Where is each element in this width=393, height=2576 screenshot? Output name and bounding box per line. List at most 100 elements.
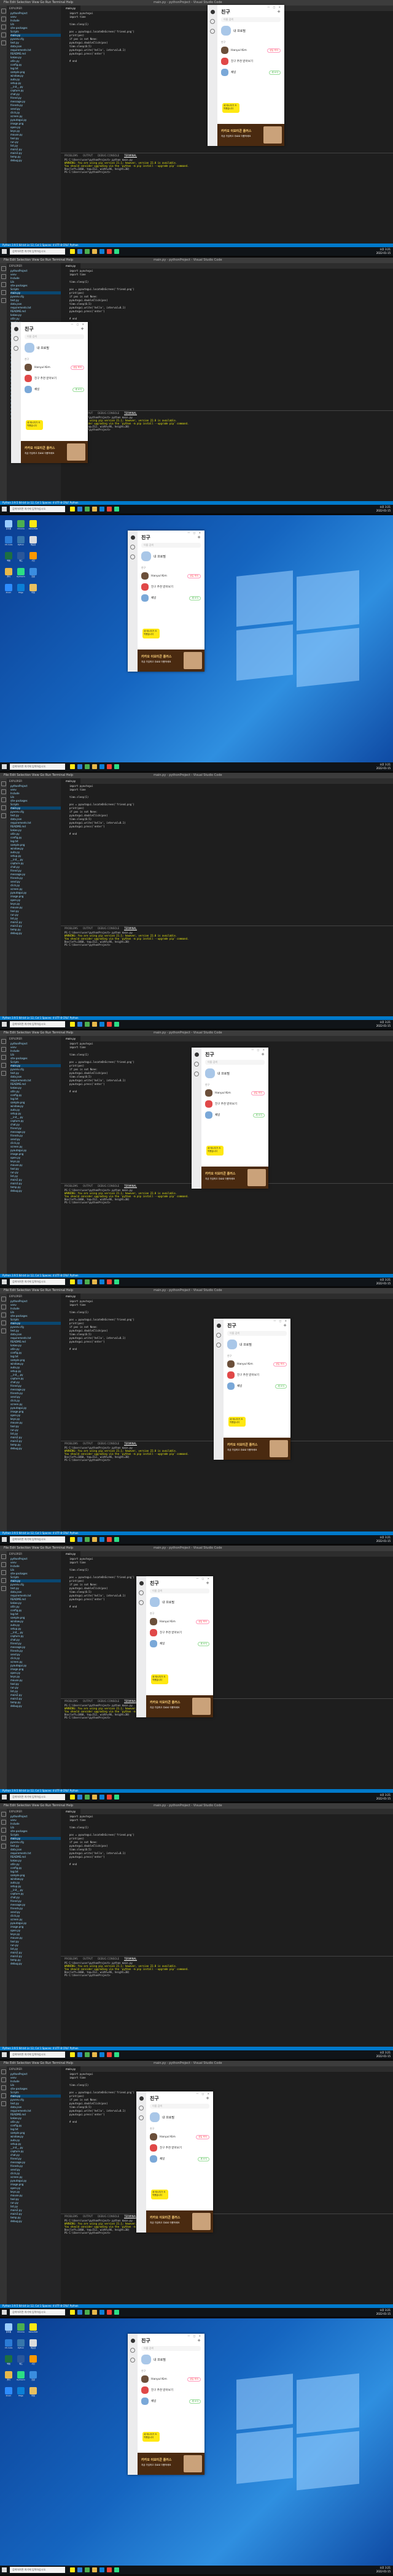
more-tab-icon[interactable] (210, 29, 215, 34)
file-tree-item[interactable]: requirements.txt (10, 821, 61, 824)
window-controls[interactable]: — ▢ ✕ (196, 1577, 211, 1580)
file-tree-item[interactable]: main2.py (10, 1178, 61, 1181)
menu-bar[interactable]: File Edit Selection View Go Run Terminal… (4, 2061, 73, 2066)
file-tree-item[interactable]: image.png (10, 2183, 61, 2186)
taskbar-app-icon[interactable] (99, 2310, 104, 2315)
add-friend-button[interactable]: + (197, 2338, 201, 2343)
more-tab-icon[interactable] (139, 2115, 144, 2120)
file-tree-item[interactable]: chat.py (10, 93, 61, 96)
file-tree-item[interactable]: click.py (10, 884, 61, 887)
windows-start-icon[interactable] (2, 764, 7, 769)
file-tree-item[interactable]: mouse.py (10, 1936, 61, 1939)
file-tree-item[interactable]: kakao.py (10, 56, 61, 59)
file-tree-item[interactable]: setup.py (10, 1112, 61, 1115)
friend-list-item[interactable]: 친구 추천 받아보기 (25, 375, 84, 383)
more-tab-icon[interactable] (130, 2358, 135, 2363)
file-tree-item[interactable]: utils.py (10, 317, 61, 320)
file-tree-item[interactable]: Lib (10, 2083, 61, 2087)
file-tree-item[interactable]: pythonProject (10, 2072, 61, 2076)
panel-tab[interactable]: DEBUG CONSOLE (98, 154, 119, 157)
file-tree-item[interactable]: data.json (10, 1590, 61, 1593)
taskbar-search-input[interactable]: 검색하려면 여기에 입력하십시오. (10, 2309, 65, 2315)
file-tree-item[interactable]: keys.py (10, 2190, 61, 2193)
file-tree-item[interactable]: tool.py (10, 2198, 61, 2201)
file-tree-item[interactable]: Lib (10, 23, 61, 26)
file-tree-item[interactable]: open.py (10, 126, 61, 129)
friend-list-item[interactable]: 친구 추천 받아보기 (221, 58, 281, 66)
file-tree-item[interactable]: open.py (10, 1414, 61, 1417)
panel-tab[interactable]: TERMINAL (124, 1957, 137, 1961)
file-tree-item[interactable]: README.md (10, 52, 61, 55)
desktop-icon[interactable]: Edge (16, 2387, 26, 2399)
panel-tab[interactable]: DEBUG CONSOLE (98, 1184, 119, 1187)
friends-tab-icon[interactable] (194, 1052, 199, 1057)
file-tree-item[interactable]: message.py (10, 1388, 61, 1391)
file-tree-item[interactable]: friends.py (10, 104, 61, 107)
explorer-icon[interactable] (1, 9, 6, 13)
add-friend-button[interactable]: + (206, 2096, 209, 2101)
friend-list-item[interactable]: 채널 새 소식 (150, 1640, 209, 1649)
tab-main-py[interactable]: main.py (61, 1809, 81, 1814)
run-debug-icon[interactable] (1, 2093, 6, 2098)
windows-start-icon[interactable] (2, 507, 7, 512)
file-tree-item[interactable]: requirements.txt (10, 1079, 61, 1082)
file-tree-item[interactable]: config.py (10, 1094, 61, 1097)
file-tree-item[interactable]: venv (10, 2076, 61, 2079)
file-tree-item[interactable]: click.py (10, 111, 61, 114)
file-tree-item[interactable]: temp.py (10, 928, 61, 931)
panel-tab[interactable]: PROBLEMS (64, 1184, 78, 1187)
desktop-icon[interactable]: 워드 (16, 2355, 26, 2367)
taskbar-app-icon[interactable] (107, 2567, 112, 2572)
extensions-icon[interactable] (1, 40, 6, 45)
file-tree-item[interactable]: friends.py (10, 1392, 61, 1395)
file-tree-item[interactable]: utils.py (10, 1347, 61, 1351)
file-tree-item[interactable]: keys.py (10, 1160, 61, 1163)
taskbar-app-icon[interactable] (99, 1279, 104, 1284)
file-tree-item[interactable]: sample.png (10, 71, 61, 74)
file-tree-item[interactable]: send.py (10, 2168, 61, 2171)
my-profile[interactable]: 내 프로필 (227, 1340, 252, 1349)
file-tree-item[interactable]: __init__.py (10, 1116, 61, 1119)
file-tree-item[interactable]: sample.png (10, 1874, 61, 1877)
file-tree-item[interactable]: temp.py (10, 1701, 61, 1704)
friend-list-item[interactable]: 채널 새 소식 (205, 1111, 265, 1120)
file-tree-item[interactable]: mouse.py (10, 1163, 61, 1167)
taskbar-app-icon[interactable] (99, 764, 104, 769)
taskbar-app-icon[interactable] (107, 1279, 112, 1284)
file-tree-item[interactable]: keys.py (10, 1417, 61, 1420)
search-icon[interactable] (1, 1820, 6, 1825)
file-tree-item[interactable]: pyvenv.cfg (10, 1068, 61, 1071)
file-tree-item[interactable]: send.py (10, 1395, 61, 1398)
windows-start-icon[interactable] (2, 1537, 7, 1542)
search-icon[interactable] (1, 274, 6, 279)
file-tree-item[interactable]: send.py (10, 1911, 61, 1914)
my-profile[interactable]: 내 프로필 (150, 1597, 174, 1607)
friend-list-item[interactable]: Hanyul Kim 생일 축하 (150, 2133, 209, 2142)
file-tree-item[interactable]: utils.py (10, 832, 61, 835)
file-tree-item[interactable]: setup.py (10, 854, 61, 857)
file-tree-item[interactable]: screen.py (10, 1145, 61, 1148)
panel-tab[interactable]: TERMINAL (124, 1442, 137, 1446)
file-tree-item[interactable]: sample.png (10, 1616, 61, 1619)
taskbar-app-icon[interactable] (107, 249, 112, 254)
taskbar-app-icon[interactable] (77, 2567, 82, 2572)
file-tree-item[interactable]: sample.png (10, 1101, 61, 1104)
file-tree-item[interactable]: log.txt (10, 2128, 61, 2131)
taskbar-search-input[interactable]: 검색하려면 여기에 입력하십시오. (10, 1536, 65, 1543)
message-notification[interactable]: 새 메시지가 도착했습니다 (26, 420, 43, 430)
message-notification[interactable]: 새 메시지가 도착했습니다 (206, 1146, 224, 1156)
desktop-icon[interactable]: 폴더 (4, 2371, 14, 2383)
panel-tab[interactable]: OUTPUT (83, 2215, 93, 2218)
search-icon[interactable] (1, 2077, 6, 2082)
window-controls[interactable]: — ▢ ✕ (251, 1048, 266, 1051)
run-debug-icon[interactable] (1, 1063, 6, 1068)
file-tree-item[interactable]: Include (10, 2080, 61, 2083)
message-notification[interactable]: 새 메시지가 도착했습니다 (222, 103, 239, 113)
more-tab-icon[interactable] (139, 1600, 144, 1605)
window-controls[interactable]: — ▢ ✕ (71, 323, 85, 326)
file-tree-item[interactable]: send.py (10, 1653, 61, 1656)
file-tree-item[interactable]: requirements.txt (10, 1594, 61, 1597)
file-tree-item[interactable]: test.py (10, 1587, 61, 1590)
file-tree-item[interactable]: test.py (10, 814, 61, 817)
system-clock[interactable]: 오후 3:21 2022-01-15 (376, 2051, 391, 2058)
